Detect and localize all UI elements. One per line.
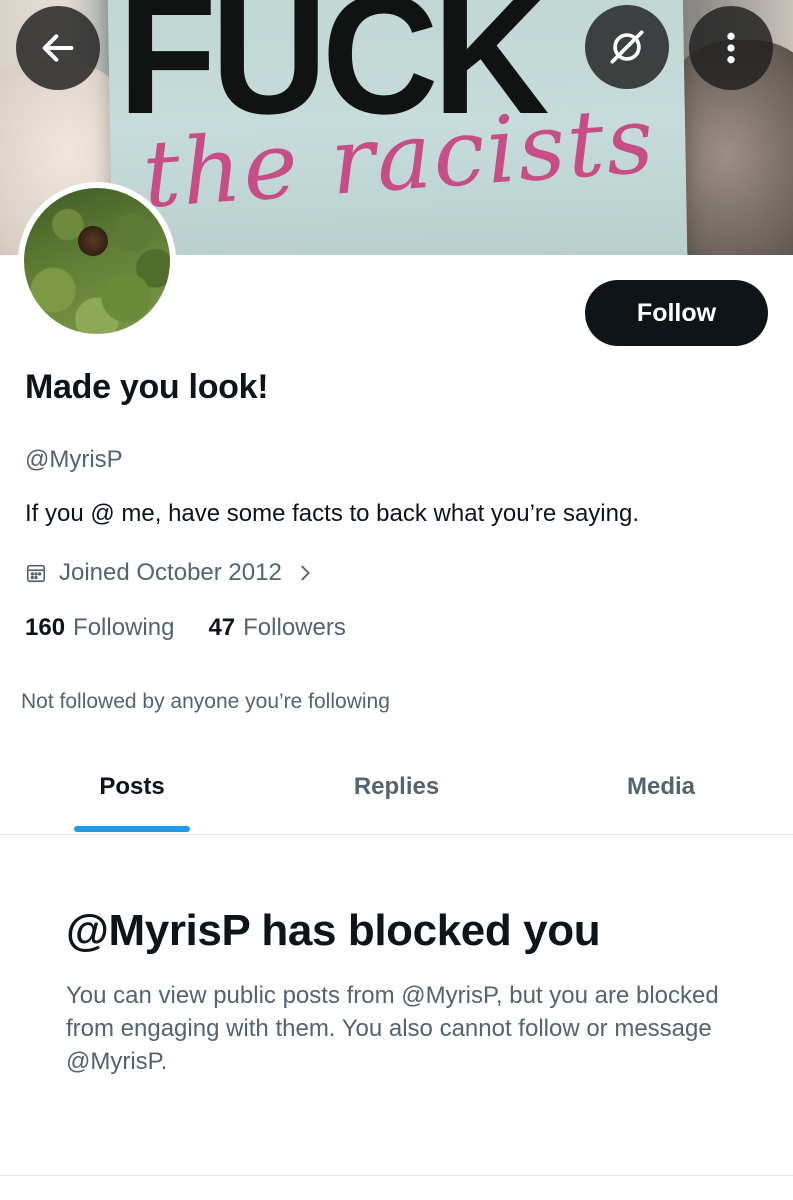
more-vertical-icon: [727, 32, 735, 64]
back-button[interactable]: [16, 6, 100, 90]
active-tab-indicator: [74, 826, 190, 832]
follow-button[interactable]: Follow: [585, 280, 768, 346]
tab-replies[interactable]: Replies: [264, 740, 529, 834]
followers-label: Followers: [243, 614, 346, 641]
following-count: 160: [25, 614, 66, 641]
chevron-right-icon: [301, 565, 310, 581]
avatar[interactable]: [18, 182, 176, 340]
not-followed-notice: Not followed by anyone you’re following: [21, 690, 390, 713]
divider: [0, 1175, 793, 1176]
arrow-left-icon: [42, 34, 74, 62]
more-options-button[interactable]: [689, 6, 773, 90]
grok-icon: [610, 30, 644, 64]
joined-date[interactable]: Joined October 2012: [25, 556, 316, 590]
following-stat[interactable]: 160 Following: [25, 614, 174, 642]
user-handle: @MyrisP: [25, 446, 123, 473]
following-label: Following: [73, 614, 175, 641]
calendar-icon: [26, 564, 46, 583]
avatar-image: [24, 188, 170, 334]
followers-count: 47: [208, 614, 236, 641]
joined-text: Joined October 2012: [59, 559, 282, 586]
tab-posts[interactable]: Posts: [0, 740, 264, 834]
grok-button[interactable]: [585, 5, 669, 89]
bio: If you @ me, have some facts to back wha…: [25, 500, 639, 527]
profile-tabs: Posts Replies Media: [0, 740, 793, 835]
follow-stats: 160 Following 47 Followers: [25, 614, 346, 642]
blocked-message: You can view public posts from @MyrisP, …: [66, 982, 719, 1075]
avatar-face: [78, 226, 108, 256]
tab-media[interactable]: Media: [529, 740, 793, 834]
followers-stat[interactable]: 47 Followers: [208, 614, 345, 642]
blocked-title: @MyrisP has blocked you: [66, 906, 601, 955]
display-name: Made you look!: [25, 368, 269, 406]
